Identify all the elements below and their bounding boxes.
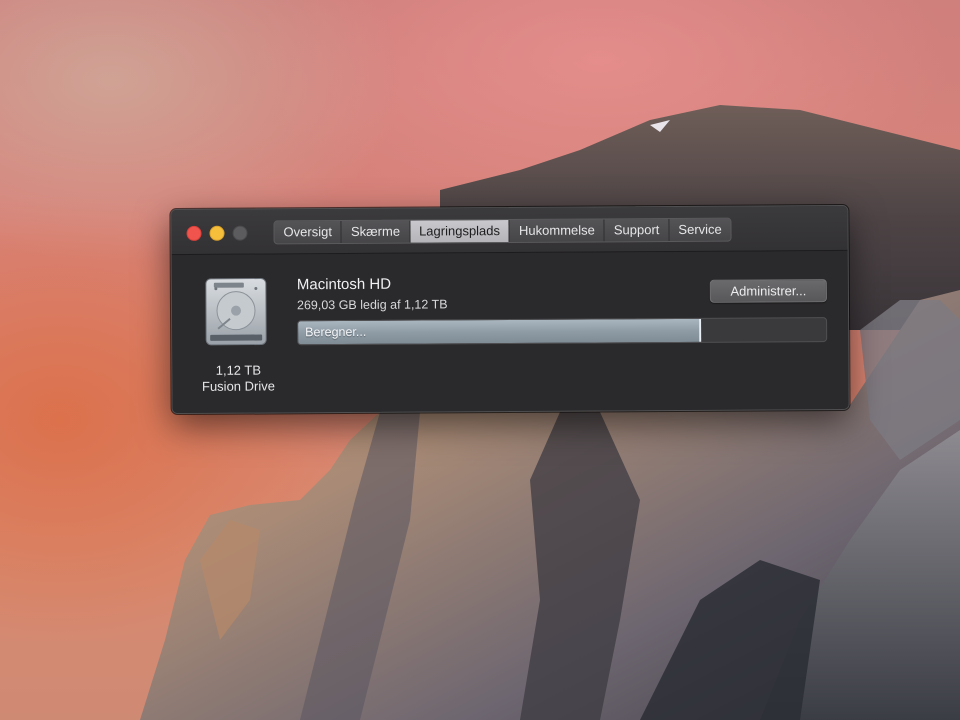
tab-support[interactable]: Support [604, 219, 670, 242]
storage-panel: 1,12 TB Fusion Drive Macintosh HD 269,03… [171, 250, 849, 414]
volume-free-space: 269,03 GB ledig af 1,12 TB [296, 297, 448, 313]
storage-usage-bar: Beregner... [297, 317, 828, 346]
tab-skaerme[interactable]: Skærme [341, 220, 411, 244]
about-this-mac-window: Oversigt Skærme Lagringsplads Hukommelse… [170, 204, 850, 415]
close-window-button[interactable] [186, 225, 202, 241]
volume-name: Macintosh HD [296, 275, 392, 294]
window-titlebar[interactable]: Oversigt Skærme Lagringsplads Hukommelse… [171, 205, 848, 256]
hard-drive-icon [205, 278, 267, 346]
storage-usage-label: Beregner... [305, 324, 367, 340]
drive-caption: 1,12 TB Fusion Drive [186, 362, 290, 395]
tab-hukommelse[interactable]: Hukommelse [509, 219, 605, 242]
tab-lagringsplads[interactable]: Lagringsplads [409, 219, 511, 243]
desktop-wallpaper: Oversigt Skærme Lagringsplads Hukommelse… [0, 0, 960, 720]
manage-button[interactable]: Administrer... [709, 279, 827, 303]
tab-bar: Oversigt Skærme Lagringsplads Hukommelse… [273, 217, 732, 245]
zoom-window-button[interactable] [232, 225, 248, 241]
drive-type-label: Fusion Drive [201, 378, 275, 394]
drive-size-label: 1,12 TB [215, 362, 262, 378]
minimize-window-button[interactable] [209, 225, 225, 241]
tab-oversigt[interactable]: Oversigt [274, 221, 342, 244]
tab-service[interactable]: Service [669, 218, 731, 242]
